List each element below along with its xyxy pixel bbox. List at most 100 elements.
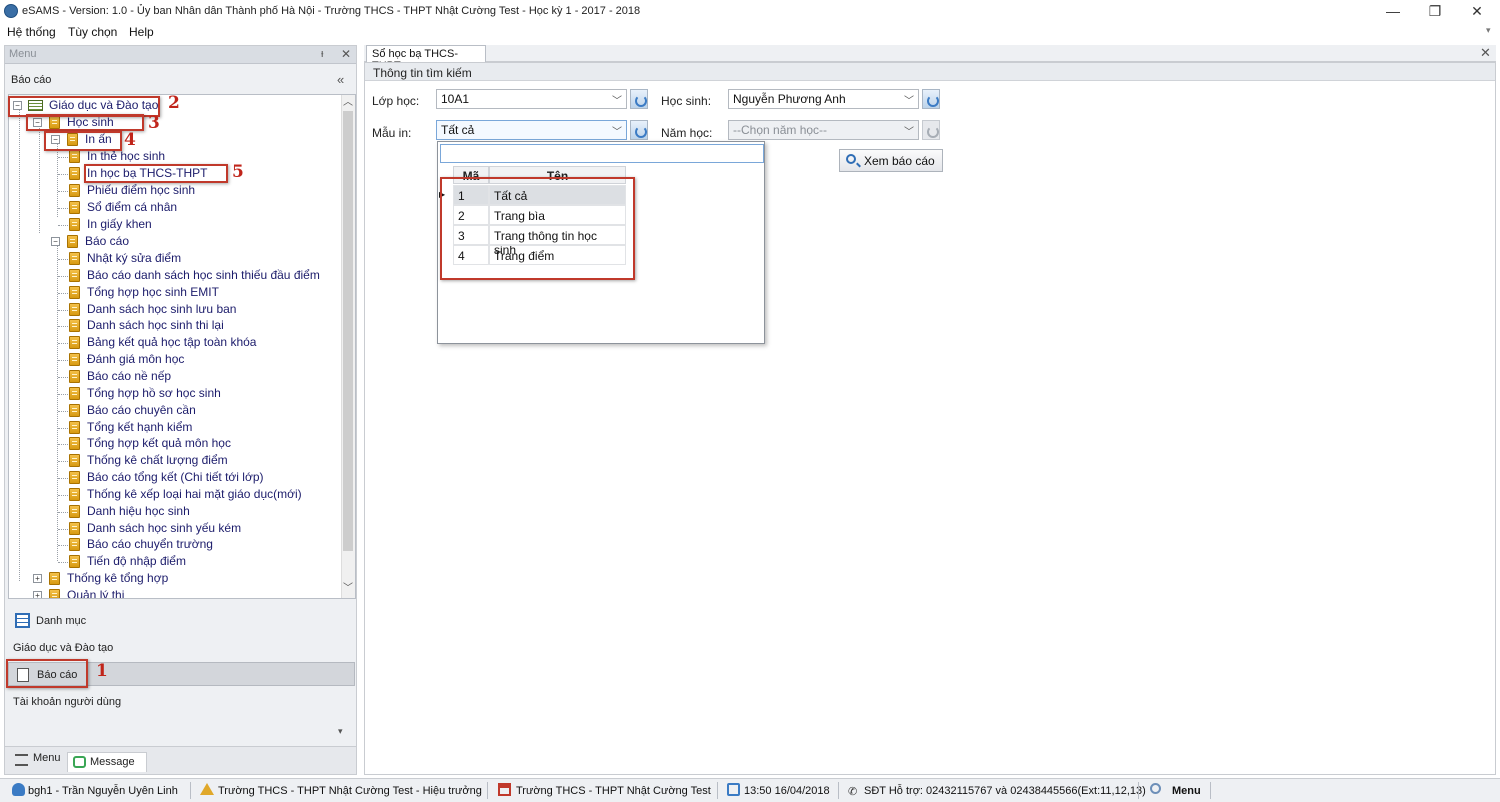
chevron-down-icon: ﹀ [612,96,622,107]
menu-panel-header: Menu ᵻ ✕ [5,46,356,64]
report-tree: − Giáo dục và Đào tạo − Học sinh − In ấn… [8,94,356,599]
status-support: SĐT Hỗ trợ: 02432115767 và 02438445566(E… [864,785,1146,797]
expand-icon[interactable]: + [33,574,42,583]
book-icon [67,133,78,146]
status-separator [717,782,718,799]
dropdown-cell-ten[interactable]: Tất cả [489,185,626,205]
collapse-icon[interactable]: − [51,135,60,144]
menu-lines-icon [15,754,28,766]
book-icon [69,454,80,468]
chevron-down-icon: ﹀ [904,96,914,107]
collapse-icon[interactable]: − [33,118,42,127]
table-icon [28,100,43,111]
list-icon [15,613,30,628]
hoc-sinh-select[interactable]: Nguyễn Phương Anh ﹀ [728,89,919,109]
minimize-button[interactable]: — [1376,0,1410,22]
lop-hoc-select[interactable]: 10A1 ﹀ [436,89,627,109]
column-header-ma[interactable]: Mã [453,166,489,184]
message-icon [73,756,86,768]
section-title: Báo cáo [11,74,52,86]
column-header-ten[interactable]: Tên [489,166,626,184]
nav-group-tai-khoan[interactable]: Tài khoản người dùng [13,696,121,708]
row-indicator-icon: ▶ [439,190,446,199]
book-icon [69,386,80,400]
document-tab-strip [364,45,1496,62]
scroll-thumb[interactable] [343,111,353,551]
scroll-up-icon[interactable]: ︿ [343,97,353,109]
menu-he-thong[interactable]: Hệ thống [7,25,56,39]
book-icon [69,504,80,518]
nam-hoc-select[interactable]: --Chọn năm học-- ﹀ [728,120,919,140]
status-separator [838,782,839,799]
nam-hoc-refresh-button[interactable] [922,120,940,140]
menu-panel: Menu ᵻ ✕ Báo cáo « − Giáo dục và Đào tạo… [4,45,357,775]
collapse-panel-icon[interactable]: « [337,72,344,87]
dropdown-cell-ten[interactable]: Trang thông tin học sinh [489,225,626,257]
hoc-sinh-label: Học sinh: [661,94,712,108]
mau-in-select[interactable]: Tất cả ﹀ [436,120,627,140]
book-icon [69,420,80,434]
status-separator [1138,782,1139,799]
book-icon [69,555,80,569]
scroll-down-icon[interactable]: ﹀ [343,583,353,595]
menu-tuy-chon[interactable]: Tùy chọn [68,25,117,39]
expand-icon[interactable]: + [33,591,42,598]
tab-so-hoc-ba[interactable]: Sổ học bạ THCS-THPT [366,45,486,72]
dropdown-cell-ten[interactable]: Trang điểm [489,245,626,265]
collapse-icon[interactable]: − [51,237,60,246]
book-icon [69,302,80,316]
mau-in-dropdown[interactable]: Mã Tên ▶ 1 Tất cả 2 Trang bìa 3 Trang thông ti… [437,141,765,344]
tab-message[interactable]: Message [67,752,147,772]
book-icon [49,572,60,585]
dropdown-cell-ten[interactable]: Trang bìa [489,205,626,225]
status-role: Trường THCS - THPT Nhật Cường Test - Hiệ… [218,785,482,797]
menu-help[interactable]: Help [129,25,154,39]
panel-close-icon[interactable]: ✕ [341,47,351,61]
status-separator [1210,782,1211,799]
book-icon [49,589,60,598]
tree-scrollbar[interactable]: ︿ ﹀ [341,95,355,598]
book-icon [69,471,80,485]
book-icon [69,353,80,367]
book-icon [69,538,80,552]
nav-group-gddt[interactable]: Giáo dục và Đào tạo [13,642,113,654]
annotation-number-4: 4 [124,130,136,150]
mau-in-refresh-button[interactable] [630,120,648,140]
mau-in-label: Mẫu in: [372,126,412,140]
book-icon [69,369,80,383]
book-icon [69,150,80,163]
dropdown-search-input[interactable] [440,144,764,163]
dropdown-cell-ma[interactable]: 2 [453,205,489,225]
nav-danh-muc[interactable]: Danh mục [8,609,356,633]
annotation-number-5: 5 [232,162,244,182]
status-menu-button[interactable]: Menu [1172,785,1201,797]
restore-button[interactable]: ❐ [1418,0,1452,22]
lop-hoc-refresh-button[interactable] [630,89,648,109]
bottom-tab-bar: Menu Message [5,746,356,774]
book-icon [69,403,80,417]
nav-overflow-icon[interactable]: ▾ [338,726,343,737]
nav-bao-cao[interactable]: Báo cáo [8,662,355,686]
dropdown-cell-ma[interactable]: 1 [453,185,489,205]
document-close-icon[interactable]: ✕ [1480,45,1491,61]
book-icon [69,336,80,350]
book-icon [69,285,80,299]
dropdown-cell-ma[interactable]: 3 [453,225,489,245]
tab-menu[interactable]: Menu [11,752,67,772]
pin-icon[interactable]: ᵻ [321,48,323,60]
book-icon [69,487,80,501]
book-icon [49,116,60,129]
phone-icon: ✆ [848,786,858,798]
view-report-button[interactable]: Xem báo cáo [839,149,943,172]
ribbon-expand-icon[interactable]: ▾ [1486,25,1491,36]
school-icon [498,783,511,796]
annotation-number-3: 3 [148,113,160,133]
lop-hoc-label: Lớp học: [372,94,420,108]
close-window-button[interactable]: ✕ [1460,0,1494,22]
collapse-icon[interactable]: − [13,101,22,110]
search-group-title: Thông tin tìm kiếm [373,66,472,80]
annotation-number-1: 1 [96,661,108,681]
book-icon [69,201,80,214]
hoc-sinh-refresh-button[interactable] [922,89,940,109]
dropdown-cell-ma[interactable]: 4 [453,245,489,265]
